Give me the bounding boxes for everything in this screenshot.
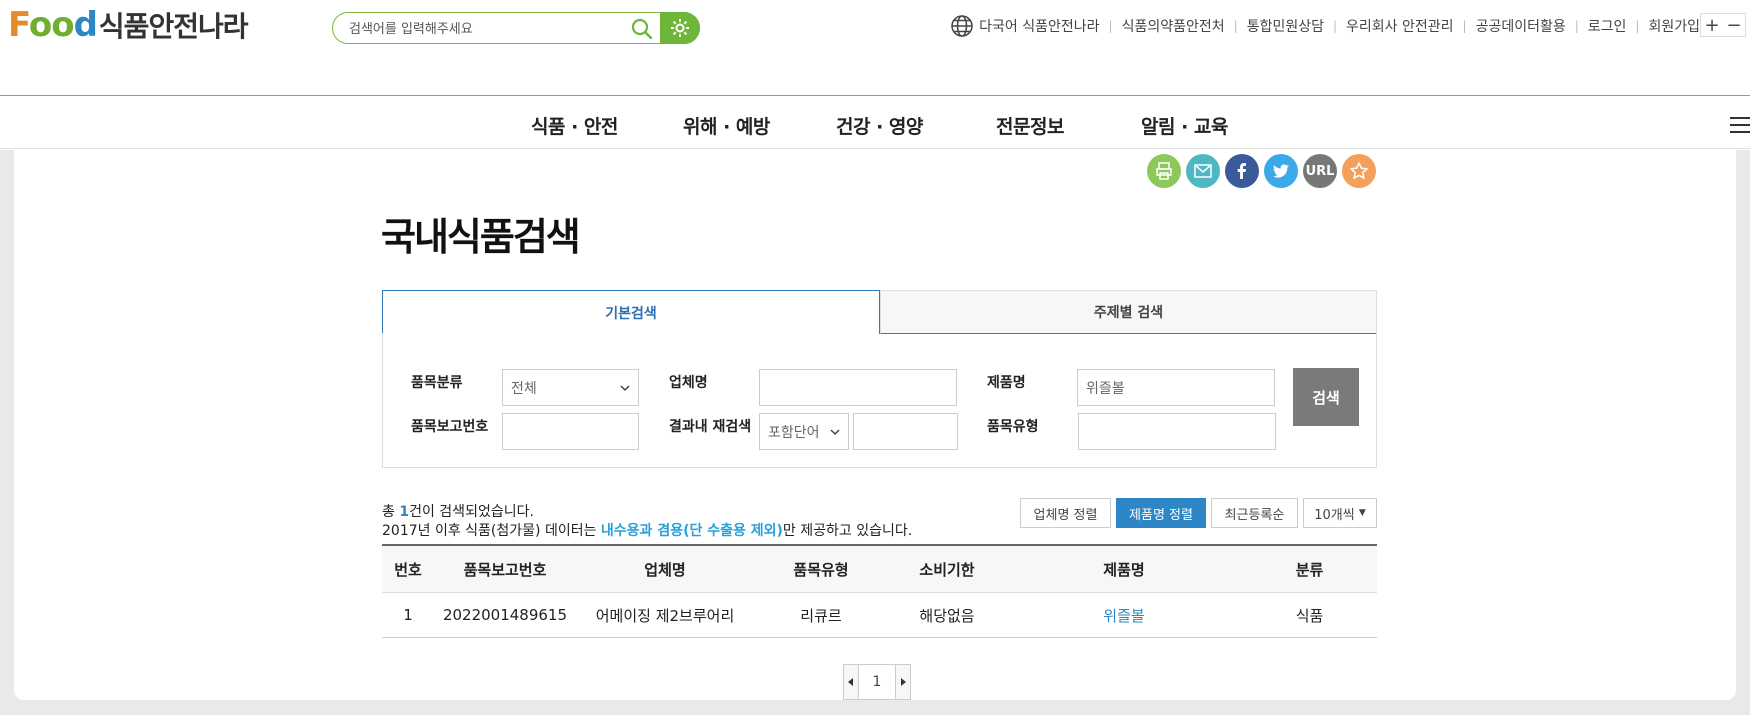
zoom-in-button[interactable]: + [1701, 14, 1723, 36]
next-page-button[interactable] [895, 664, 911, 700]
caret-right-icon [901, 678, 906, 686]
company-label: 업체명 [669, 375, 708, 391]
print-icon [1156, 162, 1172, 180]
research-option-select[interactable]: 포함단어 [759, 413, 849, 450]
col-expiry: 소비기한 [888, 544, 1006, 593]
cell-report-no: 2022001489615 [434, 592, 576, 638]
category-select[interactable]: 전체 [502, 369, 639, 406]
col-number: 번호 [382, 544, 434, 593]
email-button[interactable] [1186, 154, 1220, 188]
product-input[interactable] [1077, 369, 1275, 406]
product-label: 제품명 [987, 375, 1026, 391]
nav-health-nutrition[interactable]: 건강 · 영양 [836, 112, 923, 139]
print-button[interactable] [1147, 154, 1181, 188]
col-company: 업체명 [576, 544, 754, 593]
gear-icon [671, 19, 689, 37]
zoom-out-button[interactable]: − [1723, 14, 1745, 36]
report-no-label: 품목보고번호 [411, 419, 489, 435]
share-toolbar: URL [1147, 154, 1376, 188]
report-no-input[interactable] [502, 413, 639, 450]
twitter-icon [1273, 164, 1289, 178]
col-category: 분류 [1242, 544, 1377, 593]
cell-expiry: 해당없음 [888, 592, 1006, 638]
sort-recent-button[interactable]: 최근등록순 [1211, 498, 1298, 528]
url-copy-button[interactable]: URL [1303, 154, 1337, 188]
col-product: 제품명 [1006, 544, 1242, 593]
tab-basic-search[interactable]: 기본검색 [382, 290, 880, 334]
nav-hazard-prevention[interactable]: 위해 · 예방 [683, 112, 770, 139]
util-link-multilang[interactable]: 다국어 식품안전나라 [979, 16, 1099, 36]
facebook-icon [1237, 163, 1246, 179]
pagination: 1 [843, 664, 911, 700]
cell-company: 어메이징 제2브루어리 [576, 592, 754, 638]
tab-subject-search[interactable]: 주제별 검색 [880, 290, 1377, 334]
category-select-value: 전체 [511, 380, 537, 397]
globe-icon [951, 15, 973, 37]
per-page-select[interactable]: 10개씩 ▼ [1303, 498, 1377, 528]
global-search [332, 12, 700, 45]
result-count: 1 [399, 504, 410, 520]
nav-divider [0, 148, 1750, 149]
zoom-controls: + − [1700, 13, 1746, 37]
cell-product-link[interactable]: 위즐볼 [1006, 592, 1242, 638]
sort-by-product-button[interactable]: 제품명 정렬 [1116, 498, 1206, 528]
util-link-mfds[interactable]: 식품의약품안전처 [1122, 16, 1225, 36]
twitter-button[interactable] [1264, 154, 1298, 188]
util-link-opendata[interactable]: 공공데이터활용 [1476, 16, 1566, 36]
sort-by-company-button[interactable]: 업체명 정렬 [1020, 498, 1111, 528]
col-type: 품목유형 [754, 544, 888, 593]
header-divider [0, 95, 1750, 96]
results-table: 번호 품목보고번호 업체명 품목유형 소비기한 제품명 분류 1 2022001… [382, 544, 1377, 638]
research-label: 결과내 재검색 [669, 419, 752, 435]
chevron-down-icon [620, 384, 630, 391]
result-count-text: 총 1건이 검색되었습니다. [382, 504, 534, 520]
cell-category: 식품 [1242, 592, 1377, 638]
page-title: 국내식품검색 [381, 215, 581, 259]
main-nav: 식품 · 안전 위해 · 예방 건강 · 영양 전문정보 알림 · 교육 [0, 110, 1750, 140]
search-button[interactable]: 검색 [1293, 368, 1359, 426]
cell-type: 리큐르 [754, 592, 888, 638]
star-icon [1350, 162, 1368, 179]
per-page-value: 10개씩 [1314, 507, 1355, 523]
util-link-company[interactable]: 우리회사 안전관리 [1346, 16, 1454, 36]
table-row: 1 2022001489615 어메이징 제2브루어리 리큐르 해당없음 위즐볼… [382, 592, 1377, 638]
page-number-current[interactable]: 1 [859, 664, 895, 700]
type-label: 품목유형 [987, 419, 1039, 435]
search-input[interactable] [347, 13, 631, 45]
company-input[interactable] [759, 369, 957, 406]
caret-down-icon: ▼ [1358, 508, 1366, 518]
facebook-button[interactable] [1225, 154, 1259, 188]
chevron-down-icon [830, 428, 840, 435]
result-note: 2017년 이후 식품(첨가물) 데이터는 내수용과 겸용(단 수출용 제외)만… [382, 523, 913, 539]
research-option-value: 포함단어 [768, 424, 820, 441]
result-summary: 총 1건이 검색되었습니다. 2017년 이후 식품(첨가물) 데이터는 내수용… [382, 503, 912, 541]
menu-icon[interactable] [1728, 115, 1750, 135]
mail-icon [1194, 164, 1212, 178]
nav-food-safety[interactable]: 식품 · 안전 [531, 112, 618, 139]
search-settings-button[interactable] [660, 12, 700, 44]
prev-page-button[interactable] [843, 664, 859, 700]
col-report-no: 품목보고번호 [434, 544, 576, 593]
caret-left-icon [848, 678, 853, 686]
site-logo[interactable]: Food 식품안전나라 [8, 5, 249, 45]
util-link-login[interactable]: 로그인 [1588, 16, 1627, 36]
util-link-signup[interactable]: 회원가입 [1648, 16, 1700, 36]
category-label: 품목분류 [411, 375, 463, 391]
util-link-civil[interactable]: 통합민원상담 [1247, 16, 1324, 36]
research-input[interactable] [853, 413, 958, 450]
favorite-button[interactable] [1342, 154, 1376, 188]
utility-nav: 다국어 식품안전나라 | 식품의약품안전처 | 통합민원상담 | 우리회사 안전관리 |… [950, 14, 1700, 38]
cell-number: 1 [382, 592, 434, 638]
table-header-row: 번호 품목보고번호 업체명 품목유형 소비기한 제품명 분류 [382, 544, 1377, 593]
search-icon[interactable] [631, 18, 653, 40]
logo-english: Food [8, 5, 98, 45]
result-note-highlight: 내수용과 겸용(단 수출용 제외) [600, 523, 783, 539]
type-input[interactable] [1078, 413, 1276, 450]
nav-notice-education[interactable]: 알림 · 교육 [1141, 112, 1228, 139]
logo-korean: 식품안전나라 [98, 10, 249, 43]
nav-expert-info[interactable]: 전문정보 [996, 112, 1064, 139]
